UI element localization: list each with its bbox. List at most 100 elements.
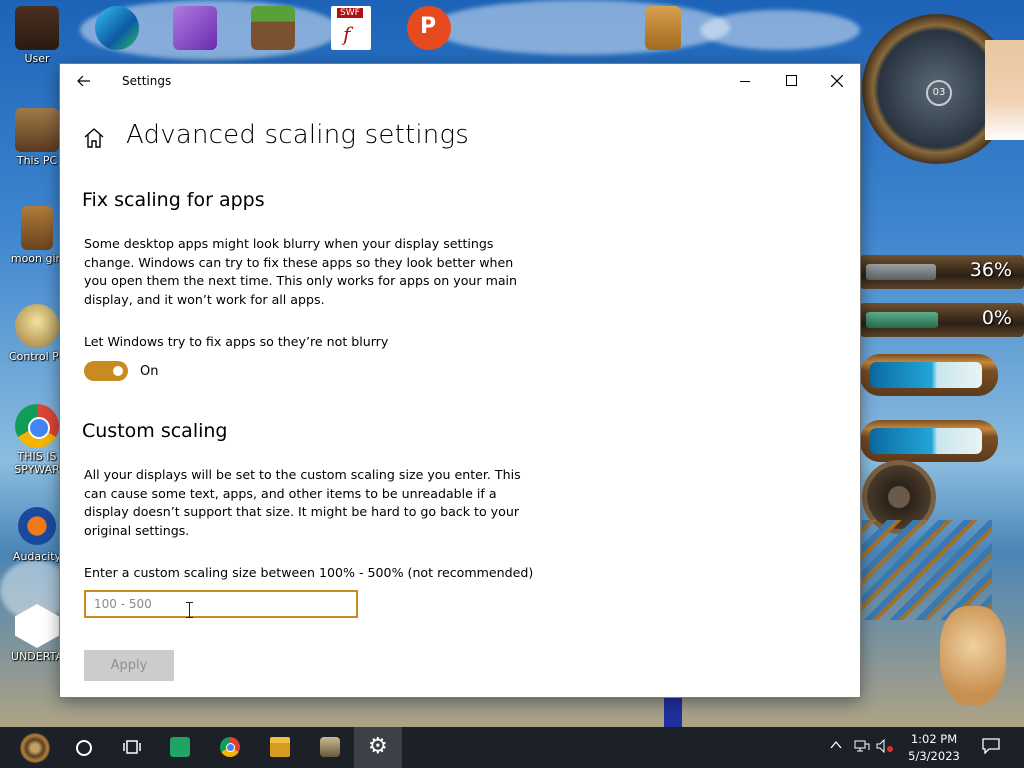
figure-legs-image (664, 697, 682, 727)
back-arrow-icon (77, 75, 90, 87)
settings-gear-icon: ⚙ (368, 734, 388, 759)
chevron-up-icon (830, 740, 842, 749)
desktop-icon-label: This PC (16, 154, 58, 167)
clock-date: 5/3/2023 (908, 749, 960, 763)
gauge-percent: 36% (969, 259, 1012, 281)
p-logo-icon: P (407, 6, 451, 50)
fix-scaling-heading: Fix scaling for apps (82, 189, 265, 211)
show-hidden-icons-button[interactable] (830, 739, 842, 754)
folder-icon (270, 737, 290, 757)
desktop-icon-control-panel[interactable]: Control Pa (8, 304, 66, 363)
spreadsheet-icon (170, 737, 190, 757)
fix-scaling-description: Some desktop apps might look blurry when… (84, 236, 518, 307)
desktop-icon-user[interactable]: User (8, 6, 66, 65)
gauge-memory: 0% (860, 303, 1024, 337)
computer-icon (15, 108, 59, 152)
maximize-icon (786, 75, 797, 86)
network-icon (854, 740, 870, 752)
desktop-icon-label: Audacity (12, 550, 62, 563)
task-view-button[interactable] (108, 727, 156, 768)
desktop-icon-moon-girl[interactable]: moon girl (8, 206, 66, 265)
custom-scaling-description: All your displays will be set to the cus… (84, 467, 521, 538)
desktop-icon-swf[interactable]: SWF f (322, 6, 380, 50)
desktop-icon-label: moon girl (10, 252, 64, 265)
custom-scaling-input-label: Enter a custom scaling size between 100%… (84, 565, 534, 580)
desktop-icon-this-pc[interactable]: This PC (8, 108, 66, 167)
apply-button[interactable]: Apply (84, 650, 174, 681)
tube-gauge-1 (860, 354, 998, 396)
desktop-icon-label: User (24, 52, 50, 65)
close-button[interactable] (814, 64, 860, 98)
clock-widget-number: 03 (926, 80, 952, 106)
desktop-icon-minecraft[interactable] (244, 6, 302, 50)
cartoon-figure-image (985, 40, 1024, 140)
folder-icon (21, 206, 53, 250)
taskbar: ⚙ 1:02 PM 5/3/2023 (0, 727, 1024, 768)
unity-icon (15, 604, 59, 648)
maximize-button[interactable] (768, 64, 814, 98)
network-button[interactable] (854, 739, 870, 757)
grass-block-icon (251, 6, 295, 50)
gauge-fill (866, 264, 936, 280)
toggle-state-label: On (140, 364, 159, 379)
desktop-icon-label: SPYWAR (14, 463, 60, 476)
chrome-icon (15, 404, 59, 448)
desktop-icon-label: UNDERTA (11, 650, 63, 663)
action-center-button[interactable] (982, 738, 1000, 758)
desktop-icon-notepad[interactable] (634, 6, 692, 50)
search-circle-icon (76, 740, 92, 756)
toggle-knob (113, 366, 123, 376)
hamster-image (940, 606, 1006, 706)
taskbar-clock[interactable]: 1:02 PM 5/3/2023 (900, 731, 968, 765)
notification-icon (982, 738, 1000, 755)
ibeam-cursor (186, 602, 193, 618)
document-icon (645, 6, 681, 50)
gauge-fill (866, 312, 938, 328)
home-icon[interactable] (82, 126, 106, 150)
custom-scaling-heading: Custom scaling (82, 420, 228, 442)
edge-icon (95, 6, 139, 50)
desktop-icon-label: THIS IS (17, 450, 57, 463)
flash-file-icon: SWF f (331, 6, 371, 50)
lightbulb-icon (15, 304, 59, 348)
back-button[interactable] (70, 68, 98, 96)
pipes-widget (862, 520, 992, 620)
page-title: Advanced scaling settings (126, 120, 470, 150)
taskbar-app[interactable] (306, 727, 354, 768)
settings-window: Settings Advanced scaling settings Fix s… (60, 64, 860, 697)
taskbar-file-explorer[interactable] (256, 727, 304, 768)
volume-muted-icon (876, 738, 893, 754)
minimize-button[interactable] (722, 64, 768, 98)
desktop-icon-edge[interactable] (88, 6, 146, 50)
title-bar: Settings (60, 64, 860, 98)
clock-time: 1:02 PM (910, 732, 958, 746)
desktop-icon-chrome[interactable]: THIS IS SPYWAR (8, 404, 66, 476)
chrome-icon (220, 737, 240, 757)
desktop-icon-audacity[interactable]: Audacity (8, 504, 66, 563)
custom-scaling-input[interactable] (84, 590, 358, 618)
start-button[interactable] (8, 727, 58, 768)
tube-gauge-2 (860, 420, 998, 462)
gauge-cpu: 36% (860, 255, 1024, 289)
desktop-icon-p-app[interactable]: P (400, 6, 458, 50)
minimize-icon (740, 81, 750, 82)
fix-apps-toggle[interactable] (84, 361, 128, 381)
user-folder-icon (15, 6, 59, 50)
window-title: Settings (122, 74, 172, 88)
desktop-icon-visual-studio[interactable] (166, 6, 224, 50)
swf-badge: SWF (337, 8, 363, 18)
volume-button[interactable] (876, 738, 894, 757)
app-icon (320, 737, 340, 757)
visual-studio-icon (173, 6, 217, 50)
close-icon (831, 75, 843, 87)
taskbar-chrome[interactable] (206, 727, 254, 768)
task-view-icon (123, 740, 141, 754)
taskbar-settings[interactable]: ⚙ (354, 727, 402, 768)
taskbar-spreadsheet-app[interactable] (156, 727, 204, 768)
desktop-icon-label: Control Pa (8, 350, 66, 363)
fix-apps-toggle-label: Let Windows try to fix apps so they’re n… (84, 334, 389, 349)
search-button[interactable] (60, 727, 108, 768)
steampunk-start-icon (20, 733, 50, 763)
desktop-icon-undertale[interactable]: UNDERTA (8, 604, 66, 663)
gauge-percent: 0% (981, 307, 1012, 329)
